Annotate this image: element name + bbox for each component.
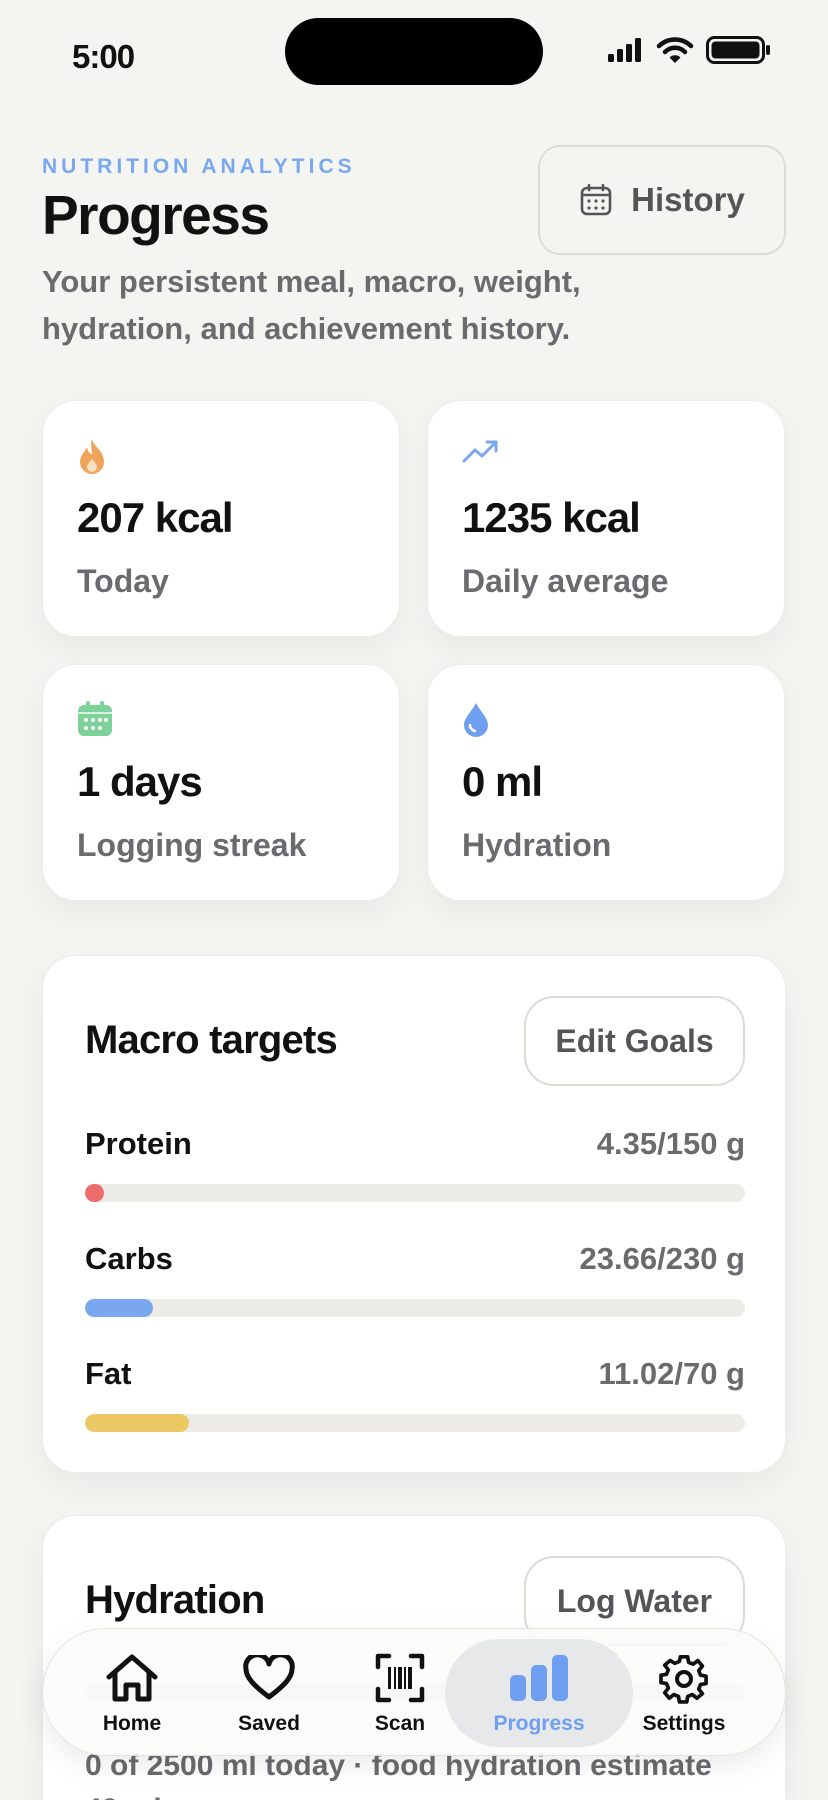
calendar-icon — [77, 701, 113, 742]
tab-home[interactable]: Home — [67, 1629, 197, 1757]
calendar-icon — [580, 183, 612, 216]
page-subtitle: Your persistent meal, macro, weight, hyd… — [42, 264, 581, 346]
stat-value: 207 kcal — [77, 494, 233, 541]
stat-label: Logging streak — [77, 827, 307, 863]
status-icons — [608, 36, 772, 64]
stat-value: 0 ml — [462, 758, 543, 805]
stat-card-today: 207 kcal Today — [42, 400, 400, 637]
section-title: Hydration — [85, 1578, 265, 1622]
stat-label: Today — [77, 563, 169, 599]
tab-saved[interactable]: Saved — [204, 1629, 334, 1757]
cellular-signal-icon — [608, 38, 641, 62]
stat-label: Daily average — [462, 563, 669, 599]
tab-label: Home — [102, 1712, 162, 1735]
tab-scan[interactable]: Scan — [335, 1629, 465, 1757]
tab-label: Scan — [374, 1712, 426, 1735]
macro-progress-track — [85, 1414, 745, 1432]
tab-bar: Home Saved Scan Progress Settings — [42, 1628, 786, 1756]
stat-value: 1 days — [77, 758, 203, 805]
water-drop-icon — [462, 701, 490, 742]
macro-progress-track — [85, 1299, 745, 1317]
macro-name: Fat — [85, 1356, 132, 1391]
history-button-label: History — [631, 181, 745, 218]
stat-label: Hydration — [462, 827, 612, 863]
battery-icon — [706, 36, 770, 64]
status-time: 5:00 — [72, 38, 135, 75]
wifi-icon — [656, 37, 694, 63]
gear-icon — [658, 1650, 710, 1706]
edit-goals-button[interactable]: Edit Goals — [524, 996, 745, 1086]
section-title: Macro targets — [85, 1018, 338, 1062]
macro-name: Carbs — [85, 1241, 173, 1276]
flame-icon — [77, 437, 107, 480]
stat-card-daily-average: 1235 kcal Daily average — [427, 400, 785, 637]
macro-amount: 23.66/230 g — [579, 1241, 745, 1276]
barcode-scan-icon — [375, 1650, 425, 1706]
macro-name: Protein — [85, 1126, 192, 1161]
macro-progress-track — [85, 1184, 745, 1202]
stat-card-logging-streak: 1 days Logging streak — [42, 664, 400, 901]
stat-value: 1235 kcal — [462, 494, 641, 541]
section-eyebrow: NUTRITION ANALYTICS — [42, 155, 356, 178]
macro-amount: 4.35/150 g — [596, 1126, 745, 1161]
tab-settings[interactable]: Settings — [619, 1629, 749, 1757]
home-icon — [104, 1650, 160, 1706]
dynamic-island — [285, 18, 543, 85]
trend-up-icon — [462, 437, 500, 470]
macro-progress-fill — [85, 1299, 153, 1317]
macro-amount: 11.02/70 g — [598, 1356, 745, 1391]
heart-icon — [243, 1650, 295, 1706]
stat-card-hydration: 0 ml Hydration — [427, 664, 785, 901]
macro-targets-card: Macro targets Edit Goals Protein 4.35/15… — [42, 955, 786, 1473]
bar-chart-icon — [508, 1650, 570, 1706]
page-title: Progress — [42, 184, 270, 246]
status-bar: 5:00 — [0, 0, 828, 110]
macro-progress-fill — [85, 1414, 189, 1432]
tab-label: Saved — [238, 1712, 300, 1735]
macro-progress-fill — [85, 1184, 105, 1202]
tab-label: Settings — [642, 1712, 726, 1735]
history-button[interactable]: History — [538, 145, 786, 255]
tab-label: Progress — [493, 1712, 585, 1735]
tab-progress[interactable]: Progress — [474, 1629, 604, 1757]
